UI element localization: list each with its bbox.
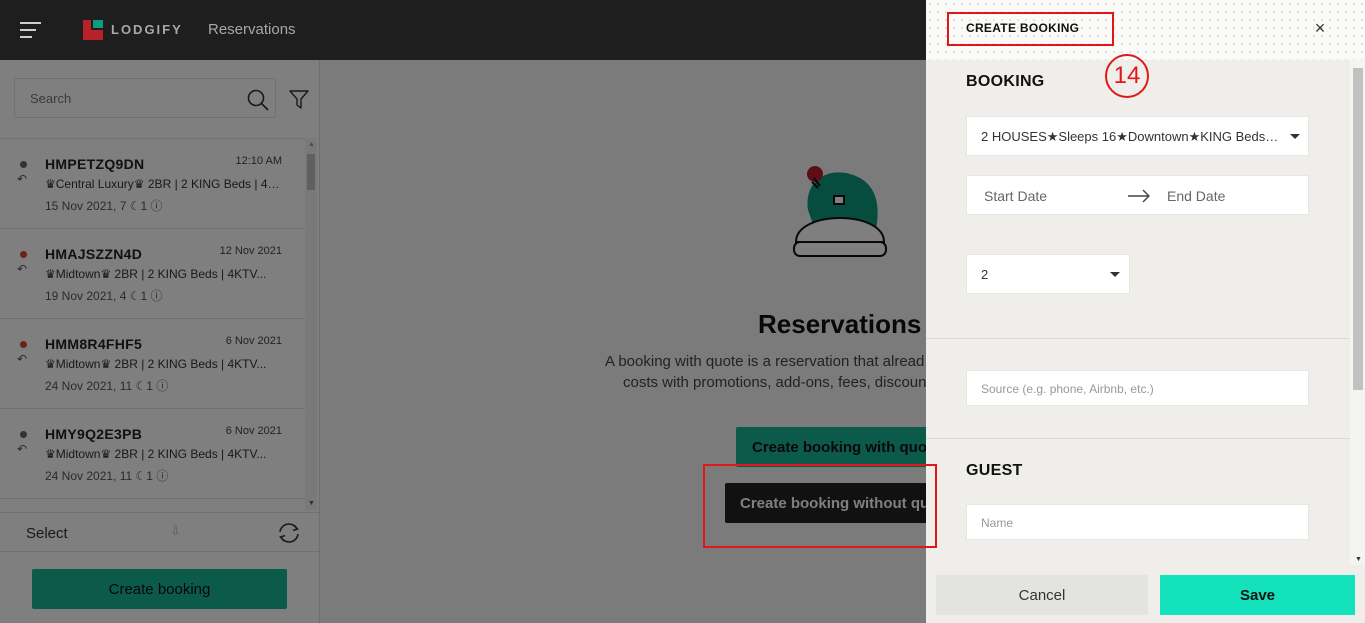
annotation-box-without-quote (703, 464, 937, 548)
property-select[interactable]: 2 HOUSES★Sleeps 16★Downtown★KING Beds★4.… (966, 116, 1309, 156)
lodgify-logo-icon (83, 20, 103, 40)
guest-name-input[interactable]: Name (966, 504, 1309, 540)
panel-scroll-thumb[interactable] (1353, 68, 1363, 390)
annotation-step-number: 14 (1105, 54, 1149, 98)
annotation-box-panel-title (947, 12, 1114, 46)
guest-section-title: GUEST (966, 462, 1023, 479)
panel-scrollbar[interactable]: ▼ (1350, 60, 1365, 565)
guests-select[interactable]: 2 (966, 254, 1130, 294)
date-range-picker[interactable]: Start Date End Date (966, 175, 1309, 215)
divider (926, 438, 1350, 439)
cancel-button[interactable]: Cancel (936, 575, 1148, 615)
end-date-field[interactable]: End Date (1167, 188, 1225, 204)
chevron-down-icon (1290, 134, 1300, 139)
guests-select-value: 2 (981, 267, 989, 282)
booking-section-title: BOOKING (966, 73, 1045, 90)
property-select-value: 2 HOUSES★Sleeps 16★Downtown★KING Beds★4.… (981, 129, 1281, 144)
save-button[interactable]: Save (1160, 575, 1355, 615)
source-placeholder: Source (e.g. phone, Airbnb, etc.) (981, 382, 1154, 396)
scroll-down-icon[interactable]: ▼ (1355, 556, 1362, 563)
start-date-field[interactable]: Start Date (984, 188, 1047, 204)
panel-footer: Cancel Save (926, 565, 1365, 623)
menu-icon[interactable] (20, 22, 41, 38)
create-booking-panel: CREATE BOOKING × BOOKING 2 HOUSES★Sleeps… (926, 0, 1365, 623)
chevron-down-icon (1110, 272, 1120, 277)
name-placeholder: Name (981, 516, 1014, 530)
source-input[interactable]: Source (e.g. phone, Airbnb, etc.) (966, 370, 1309, 406)
arrow-right-icon (1128, 189, 1150, 203)
brand-name: LODGIFY (111, 22, 183, 37)
page-title: Reservations (208, 21, 296, 38)
close-icon[interactable]: × (1312, 19, 1328, 37)
divider (926, 338, 1350, 339)
